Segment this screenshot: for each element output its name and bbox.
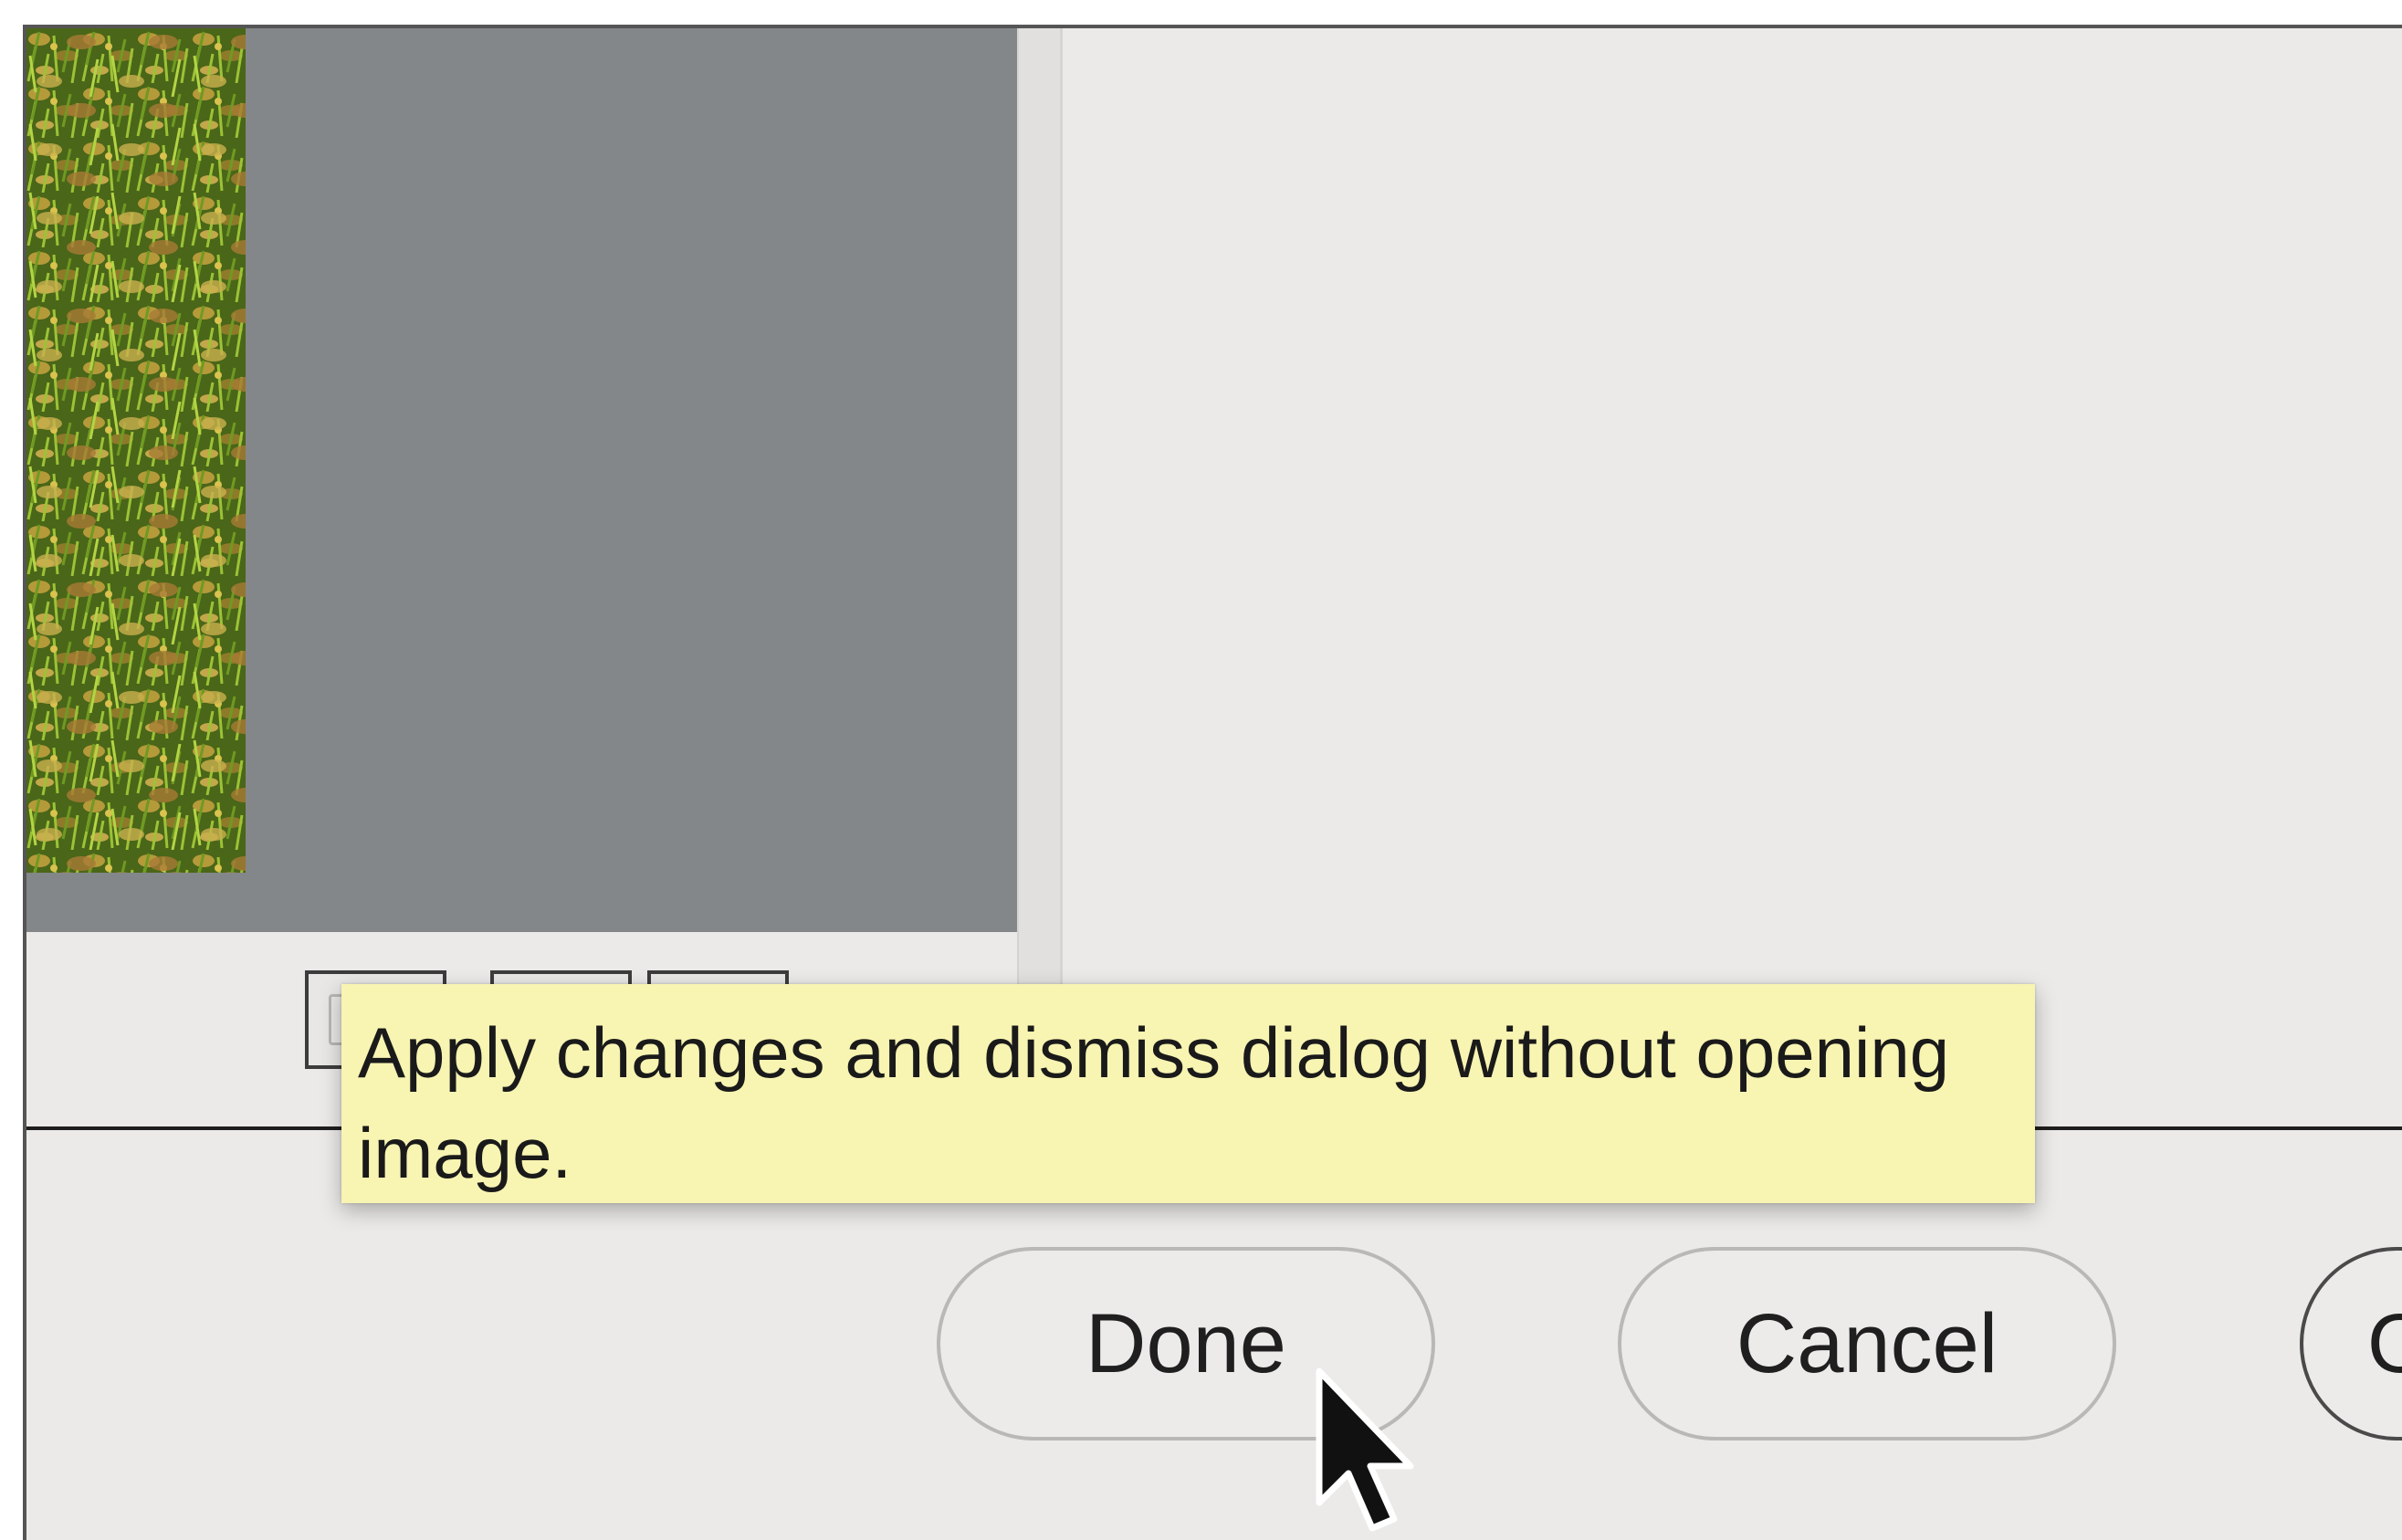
pane-divider[interactable] <box>1017 28 1063 1124</box>
cancel-button[interactable]: Cancel <box>1618 1247 2116 1440</box>
image-preview-area[interactable] <box>26 28 1017 932</box>
arrow-pointer-icon <box>1316 1367 1414 1532</box>
done-tooltip: Apply changes and dismiss dialog without… <box>341 984 2035 1203</box>
dialog-window: Done Cancel O Apply changes and dismiss … <box>23 25 2402 1540</box>
grass-photo-thumbnail <box>26 28 246 873</box>
settings-pane <box>1063 28 2402 1124</box>
